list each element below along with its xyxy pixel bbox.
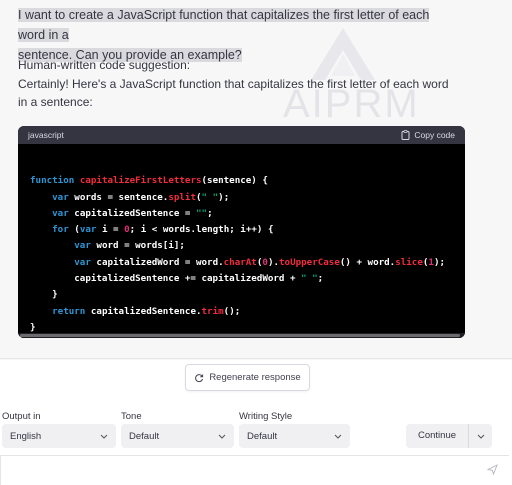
output-language-select[interactable]: English [2,424,116,448]
code-line-1: function capitalizeFirstLetters(sentence… [30,175,268,187]
chevron-down-icon [218,434,226,439]
tone-label: Tone [121,411,142,422]
regenerate-label: Regenerate response [209,372,301,383]
chevron-down-icon [100,434,108,439]
divider [0,358,512,359]
code-line-8: } [30,289,58,301]
code-line-2: var words = sentence.split(" "); [52,191,230,203]
send-button[interactable] [486,462,498,480]
code-line-6: var capitalizedWord = word.charAt(0).toU… [74,256,446,268]
regenerate-button[interactable]: Regenerate response [185,364,310,391]
assistant-answer: Certainly! Here's a JavaScript function … [18,77,449,109]
user-message-line-1: I want to create a JavaScript function t… [18,8,430,42]
continue-button-group: Continue [406,424,492,448]
copy-code-button[interactable]: Copy code [401,130,455,140]
refresh-icon [195,373,204,382]
suggestion-label: Human-written code suggestion: [18,58,191,72]
code-body: function capitalizeFirstLetters(sentence… [18,144,465,338]
tone-value: Default [129,430,160,442]
output-label: Output in [2,411,41,422]
code-line-9: return capitalizedSentence.trim(); [52,305,241,317]
code-scrollbar-thumb[interactable] [20,334,460,337]
output-language-value: English [10,430,42,442]
copy-code-label: Copy code [414,130,455,140]
writing-style-select[interactable]: Default [239,424,350,448]
writing-style-value: Default [247,430,278,442]
chevron-down-icon [477,434,484,439]
code-header: javascript Copy code [18,126,465,144]
continue-options-button[interactable] [469,434,492,439]
chevron-down-icon [334,434,342,439]
paper-plane-icon [486,464,498,476]
code-block: javascript Copy code function capitalize… [18,126,465,338]
clipboard-icon [401,130,410,140]
continue-button[interactable]: Continue [406,424,469,448]
code-line-3: var capitalizedSentence = ""; [52,207,213,219]
prompt-input[interactable] [0,455,509,485]
code-scrollbar[interactable] [18,333,465,338]
tone-select[interactable]: Default [121,424,234,448]
code-line-4: for (var i = 0; i < words.length; i++) { [52,224,274,236]
code-line-5: var word = words[i]; [74,240,185,252]
user-message: I want to create a JavaScript function t… [18,5,438,65]
writing-style-label: Writing Style [239,411,293,422]
chat-area: AIPRM I want to create a JavaScript func… [0,0,512,360]
code-line-7: capitalizedSentence += capitalizedWord +… [30,273,324,285]
code-language: javascript [28,130,64,140]
